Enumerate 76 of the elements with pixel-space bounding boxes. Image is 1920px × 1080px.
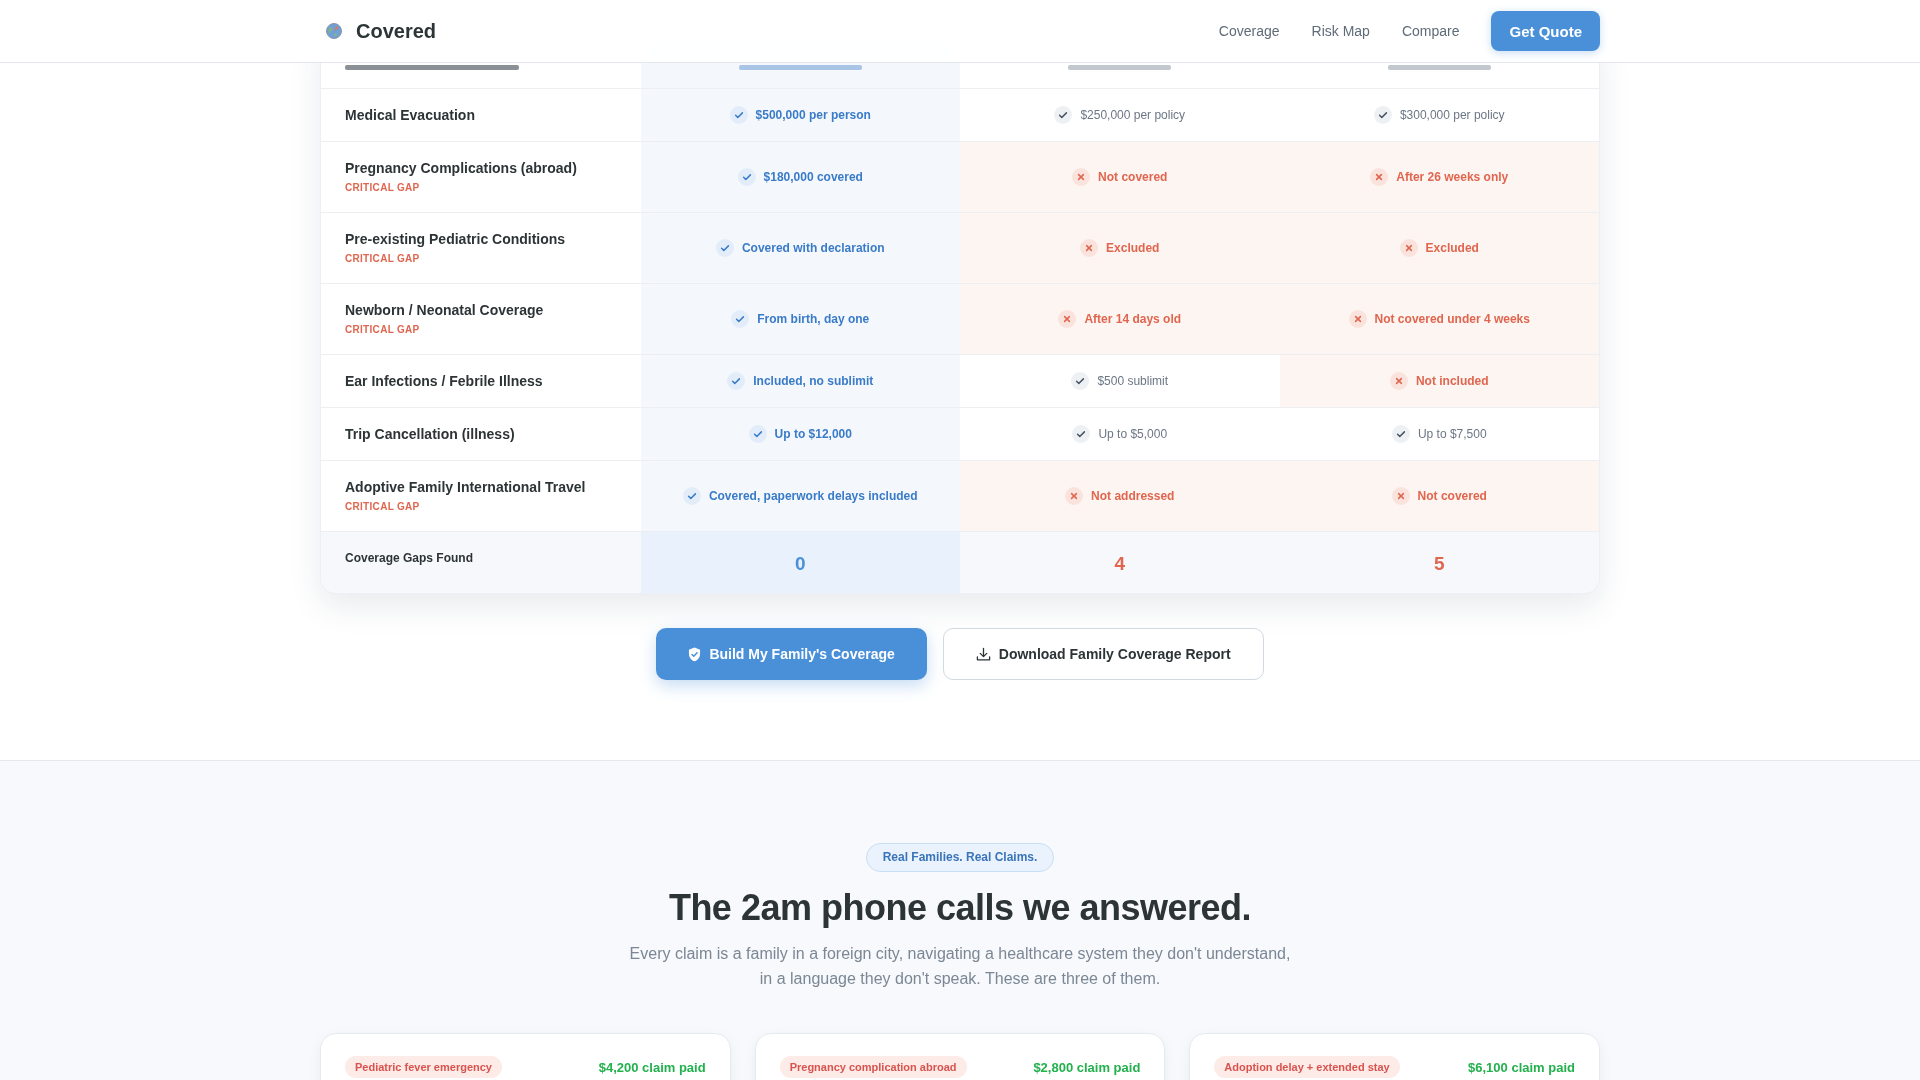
section-badge: Real Families. Real Claims. (865, 843, 1055, 872)
cell-value: Not covered under 4 weeks (1374, 311, 1530, 327)
row-label: Pregnancy Complications (abroad) (345, 159, 577, 177)
cell-value: Covered, paperwork delays included (708, 488, 918, 504)
nav-link[interactable]: Compare (1401, 23, 1460, 39)
brand-name[interactable]: Covered (356, 19, 437, 43)
check-icon (729, 106, 748, 124)
gap-count: 5 (1433, 552, 1445, 575)
cross-icon (1080, 239, 1099, 257)
cross-icon (1072, 168, 1091, 186)
check-icon (727, 372, 746, 390)
nav-link[interactable]: Risk Map (1311, 23, 1370, 39)
download-report-button[interactable]: Download Family Coverage Report (942, 628, 1264, 680)
cross-icon (1399, 239, 1418, 257)
cell-value: After 14 days old (1084, 311, 1182, 327)
download-icon (975, 646, 991, 662)
cell-value: Not included (1415, 373, 1489, 389)
section-intro: Every claim is a family in a foreign city, navigating a healthcare system they don't understand, in a language they don't speak. These are three of them. (628, 944, 1292, 989)
cell-value: $180,000 covered (763, 169, 863, 185)
cross-icon (1370, 168, 1389, 186)
row-label: Adoptive Family International Travel (345, 478, 586, 496)
check-icon (731, 310, 750, 328)
cell-value: Covered with declaration (741, 240, 885, 256)
row-label: Trip Cancellation (illness) (345, 425, 515, 443)
cell-value: $250,000 per policy (1080, 107, 1186, 123)
cell-value: Included, no sublimit (753, 373, 874, 389)
check-icon (1373, 106, 1392, 124)
cross-icon (1065, 487, 1084, 505)
gap-count: 0 (794, 552, 806, 575)
claim-amount: $2,800 claim paid (1033, 1059, 1141, 1075)
cell-value: Not covered (1417, 488, 1487, 504)
cross-icon (1391, 487, 1410, 505)
cell-value: $300,000 per policy (1399, 107, 1505, 123)
critical-gap-label: CRITICAL GAP (345, 323, 420, 337)
shield-icon (688, 646, 702, 662)
cell-value: After 26 weeks only (1396, 169, 1509, 185)
check-icon (1072, 425, 1091, 443)
cell-value: $500,000 per person (755, 107, 871, 123)
cell-value: Not covered (1098, 169, 1168, 185)
cell-value: Up to $5,000 (1098, 426, 1168, 442)
cell-value: Not addressed (1091, 488, 1175, 504)
row-label: Pre-existing Pediatric Conditions (345, 230, 566, 248)
cell-value: Excluded (1425, 240, 1479, 256)
critical-gap-label: CRITICAL GAP (345, 500, 420, 514)
row-label: Newborn / Neonatal Coverage (345, 301, 544, 319)
critical-gap-label: CRITICAL GAP (345, 181, 420, 195)
claim-amount: $6,100 claim paid (1468, 1059, 1575, 1075)
globe-icon (326, 23, 342, 39)
claim-tag: Pediatric fever emergency (345, 1056, 502, 1078)
check-icon (682, 487, 701, 505)
summary-label: Coverage Gaps Found (345, 550, 474, 566)
cell-value: Up to $12,000 (774, 426, 852, 442)
check-icon (748, 425, 767, 443)
check-icon (1391, 425, 1410, 443)
cell-value: Up to $7,500 (1417, 426, 1487, 442)
critical-gap-label: CRITICAL GAP (345, 252, 420, 266)
row-label: Medical Evacuation (345, 106, 475, 124)
build-coverage-button[interactable]: Build My Family's Coverage (656, 628, 927, 680)
cross-icon (1058, 310, 1077, 328)
claim-amount: $4,200 claim paid (598, 1059, 706, 1075)
nav-link[interactable]: Coverage (1218, 23, 1280, 39)
get-quote-button[interactable]: Get Quote (1491, 11, 1600, 51)
cell-value: From birth, day one (757, 311, 870, 327)
claim-tag: Pregnancy complication abroad (779, 1056, 967, 1078)
cell-value: $500 sublimit (1097, 373, 1169, 389)
check-icon (1071, 372, 1090, 390)
row-label: Ear Infections / Febrile Illness (345, 372, 543, 390)
claim-tag: Adoption delay + extended stay (1214, 1056, 1400, 1078)
cross-icon (1348, 310, 1367, 328)
check-icon (737, 168, 756, 186)
check-icon (1054, 106, 1073, 124)
check-icon (715, 239, 734, 257)
cell-value: Excluded (1106, 240, 1160, 256)
gap-count: 4 (1114, 552, 1126, 575)
cross-icon (1389, 372, 1408, 390)
section-title: The 2am phone calls we answered. (667, 886, 1253, 930)
